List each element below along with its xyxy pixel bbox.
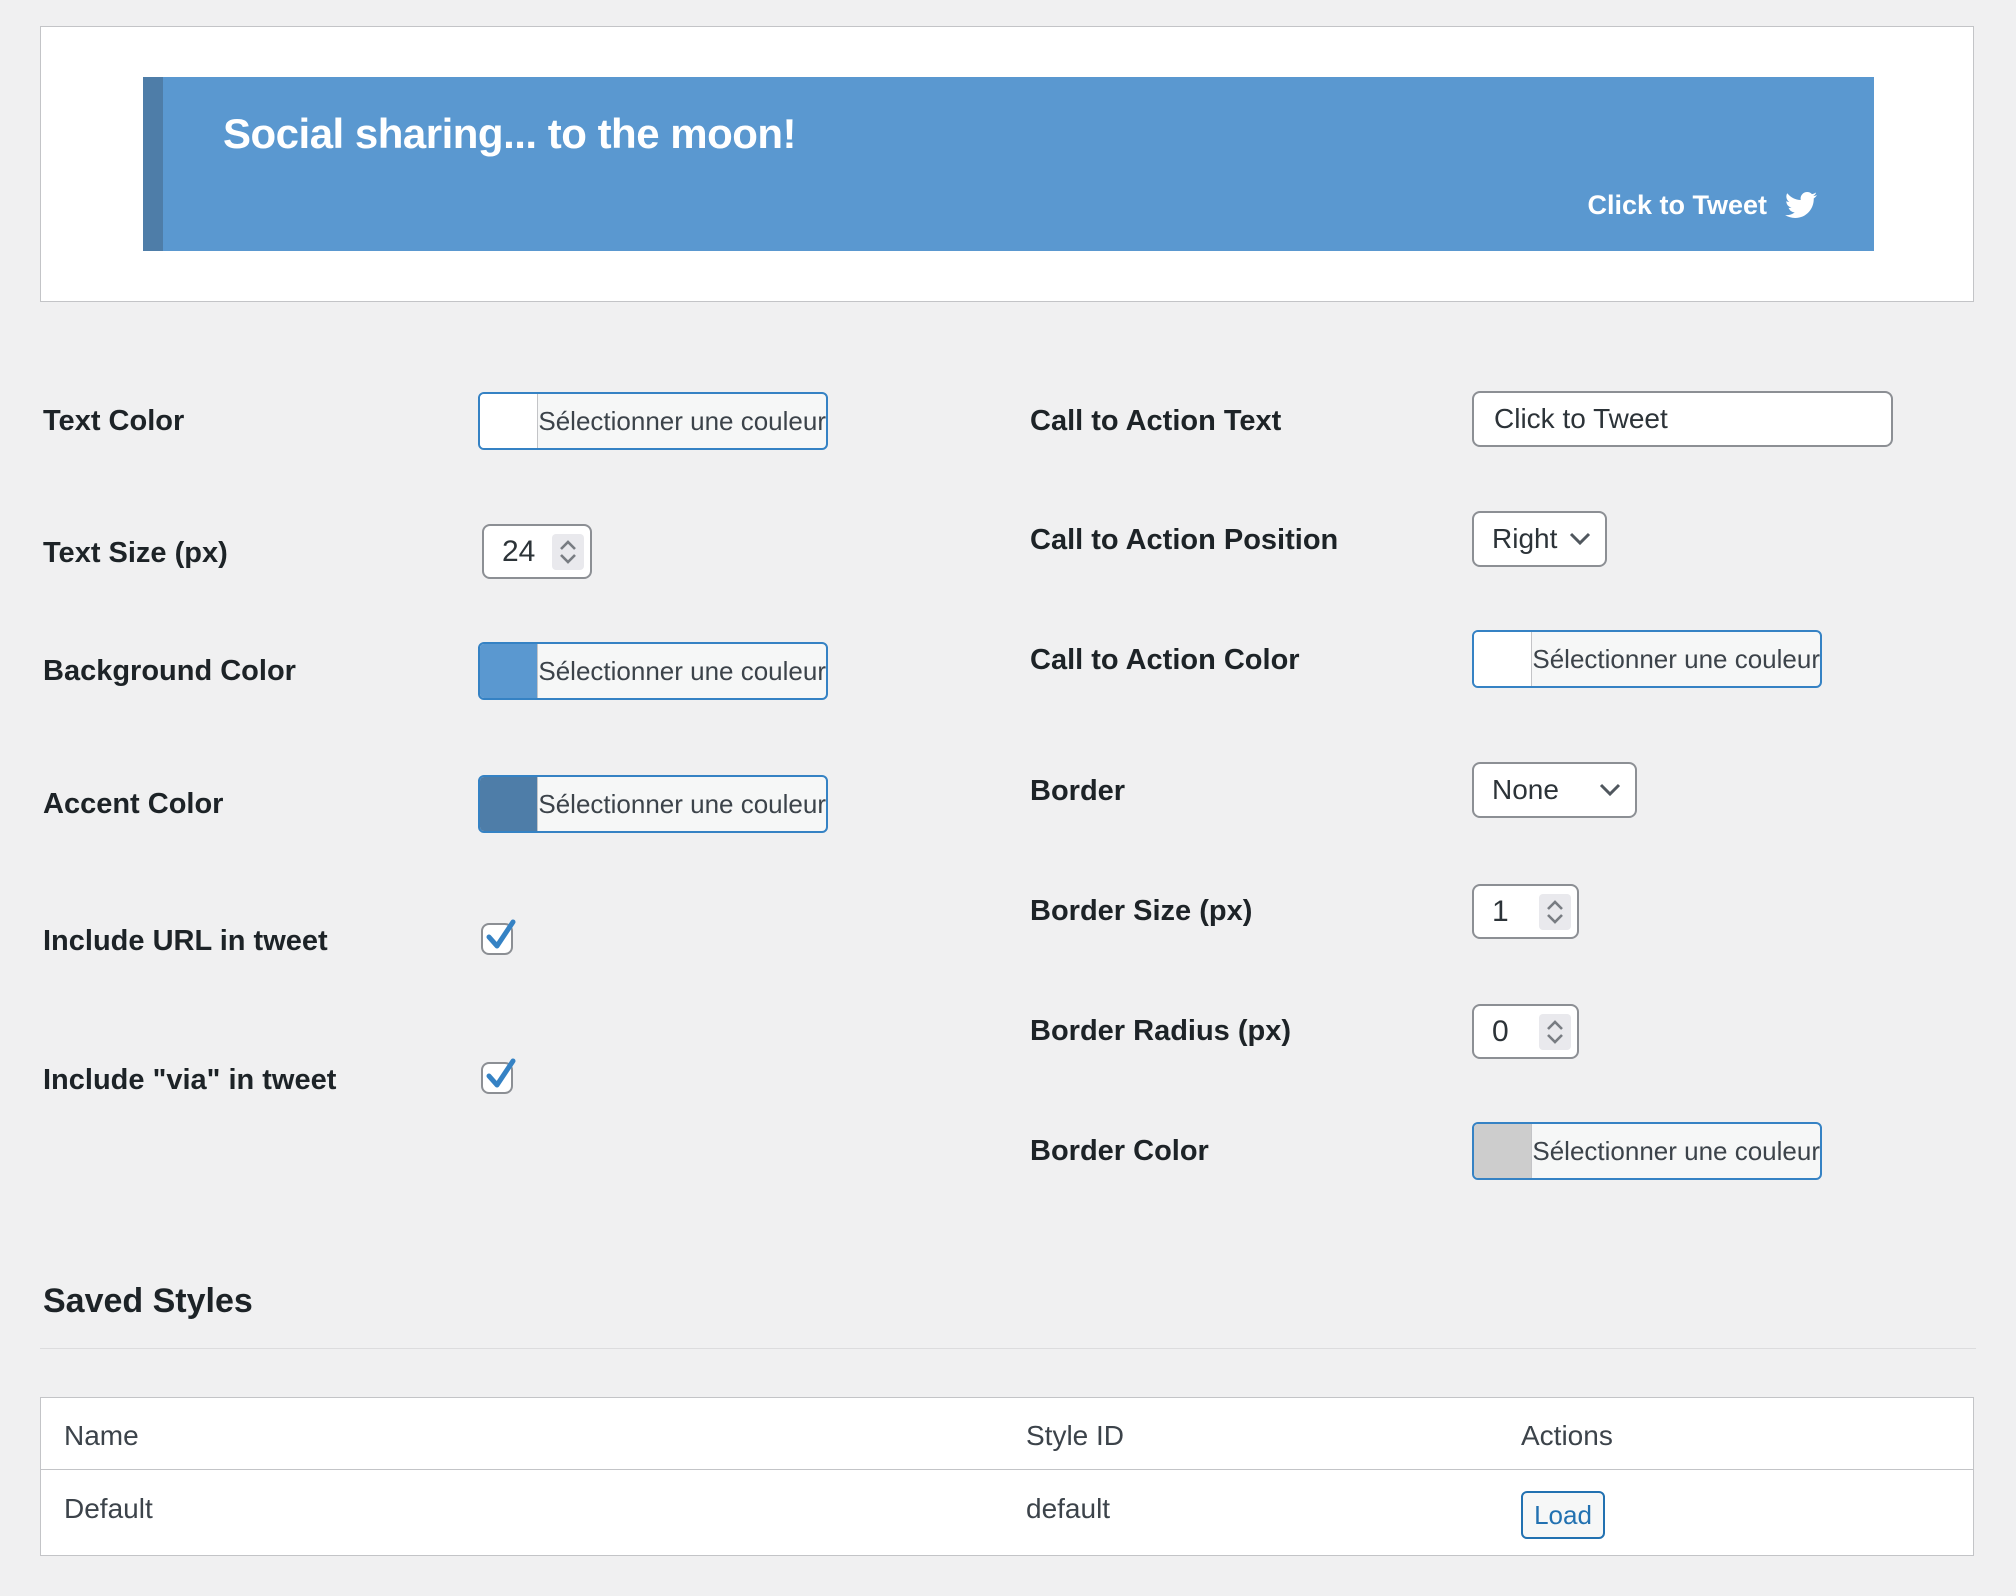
column-header-actions: Actions — [1521, 1420, 1613, 1451]
load-style-button[interactable]: Load — [1521, 1491, 1605, 1539]
cta-color-swatch — [1474, 632, 1533, 686]
text-color-picker-button[interactable]: Sélectionner une couleur — [478, 392, 828, 450]
border-radius-stepper[interactable] — [1539, 1013, 1571, 1050]
stepper-down-icon[interactable] — [1546, 913, 1564, 924]
click-to-tweet-link[interactable]: Click to Tweet — [1587, 189, 1817, 221]
cta-position-select[interactable]: Right — [1472, 511, 1607, 567]
border-radius-label: Border Radius (px) — [1030, 1015, 1292, 1047]
accent-color-picker-button[interactable]: Sélectionner une couleur — [478, 775, 828, 833]
column-header-style-id: Style ID — [1026, 1420, 1125, 1451]
text-size-label: Text Size (px) — [43, 537, 228, 569]
accent-color-label: Accent Color — [43, 788, 224, 820]
saved-styles-heading: Saved Styles — [43, 1282, 253, 1320]
border-radius-value: 0 — [1492, 1014, 1509, 1048]
cta-color-label: Call to Action Color — [1030, 644, 1300, 676]
color-picker-button-label: Sélectionner une couleur — [538, 788, 826, 819]
text-size-value: 24 — [502, 534, 536, 568]
background-color-label: Background Color — [43, 655, 296, 687]
stepper-up-icon[interactable] — [1546, 899, 1564, 911]
cta-position-value: Right — [1492, 523, 1558, 554]
tweet-preview-panel: Social sharing... to the moon! Click to … — [40, 26, 1974, 302]
border-size-value: 1 — [1492, 894, 1509, 928]
text-color-swatch — [480, 394, 539, 448]
background-color-picker-button[interactable]: Sélectionner une couleur — [478, 642, 828, 700]
cta-color-picker-button[interactable]: Sélectionner une couleur — [1472, 630, 1822, 688]
color-picker-button-label: Sélectionner une couleur — [538, 405, 826, 436]
color-picker-button-label: Sélectionner une couleur — [1532, 643, 1820, 674]
include-url-label: Include URL in tweet — [43, 925, 328, 957]
cta-link-label: Click to Tweet — [1587, 189, 1767, 220]
stepper-down-icon[interactable] — [1546, 1033, 1564, 1044]
banner-accent-bar — [143, 77, 163, 251]
border-color-picker-button[interactable]: Sélectionner une couleur — [1472, 1122, 1822, 1180]
border-radius-input[interactable]: 0 — [1472, 1004, 1579, 1059]
style-id-cell: default — [1026, 1493, 1111, 1524]
border-size-stepper[interactable] — [1539, 893, 1571, 930]
cta-text-input[interactable] — [1472, 391, 1893, 447]
border-select[interactable]: None — [1472, 762, 1637, 818]
border-size-input[interactable]: 1 — [1472, 884, 1579, 939]
cta-position-label: Call to Action Position — [1030, 524, 1339, 556]
color-picker-button-label: Sélectionner une couleur — [1532, 1135, 1820, 1166]
include-url-checkbox[interactable] — [481, 919, 516, 955]
border-value: None — [1492, 774, 1559, 805]
tweet-preview-banner[interactable]: Social sharing... to the moon! Click to … — [143, 77, 1874, 251]
text-size-stepper[interactable] — [552, 533, 584, 570]
cta-text-label: Call to Action Text — [1030, 405, 1282, 437]
checkmark-icon — [486, 1058, 516, 1088]
chevron-down-icon — [1569, 532, 1591, 546]
border-color-swatch — [1474, 1124, 1533, 1178]
border-color-label: Border Color — [1030, 1135, 1209, 1167]
checkmark-icon — [486, 919, 516, 949]
accent-color-swatch — [480, 777, 539, 831]
color-picker-button-label: Sélectionner une couleur — [538, 655, 826, 686]
border-label: Border — [1030, 775, 1126, 807]
background-color-swatch — [480, 644, 539, 698]
stepper-down-icon[interactable] — [559, 553, 577, 564]
include-via-label: Include "via" in tweet — [43, 1064, 337, 1096]
twitter-icon — [1785, 191, 1817, 219]
table-header-row: Name Style ID Actions — [41, 1398, 1973, 1470]
border-size-label: Border Size (px) — [1030, 895, 1253, 927]
saved-styles-table: Name Style ID Actions Default default Lo… — [40, 1397, 1974, 1556]
stepper-up-icon[interactable] — [1546, 1019, 1564, 1031]
section-divider — [40, 1348, 1976, 1349]
include-via-checkbox[interactable] — [481, 1058, 516, 1094]
text-color-label: Text Color — [43, 405, 185, 437]
column-header-name: Name — [64, 1420, 139, 1451]
chevron-down-icon — [1599, 783, 1621, 797]
style-name-cell: Default — [64, 1493, 153, 1524]
text-size-input[interactable]: 24 — [482, 524, 592, 579]
stepper-up-icon[interactable] — [559, 539, 577, 551]
tweet-quote-text: Social sharing... to the moon! — [223, 110, 797, 157]
